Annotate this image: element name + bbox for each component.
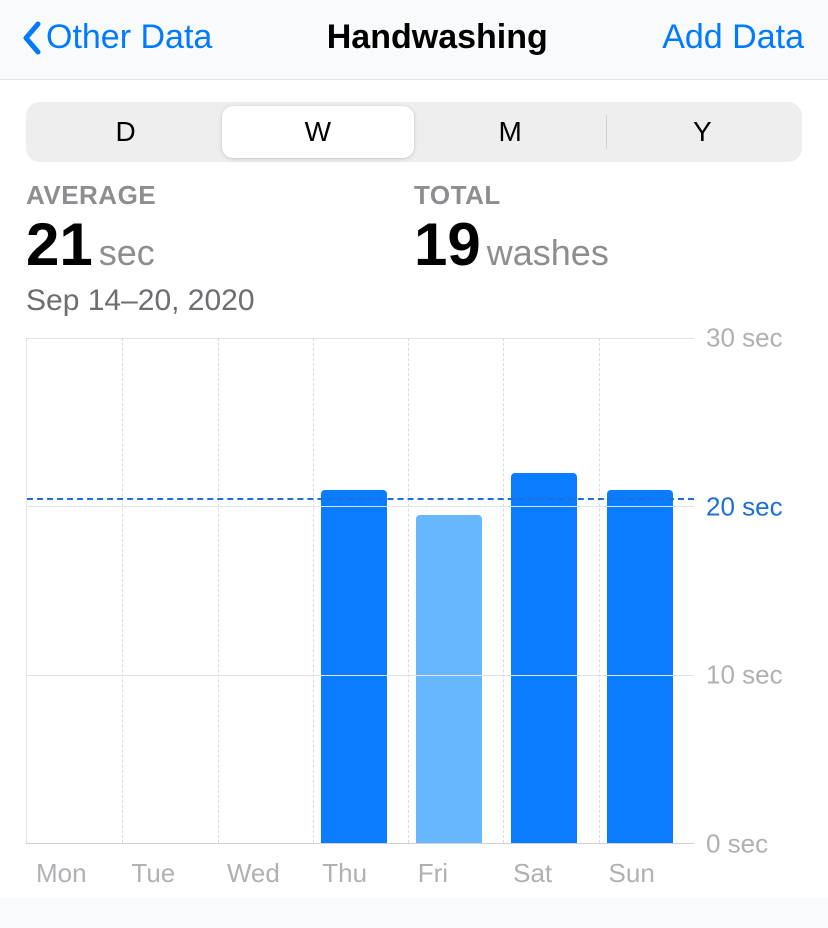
y-tick-label: 30 sec <box>706 323 783 354</box>
x-tick-label: Mon <box>26 852 121 898</box>
chart-bar[interactable] <box>607 490 673 844</box>
chart-vgrid <box>503 338 504 843</box>
chart-bar[interactable] <box>321 490 387 844</box>
bar-slot <box>408 338 503 843</box>
chart-vgrid <box>218 338 219 843</box>
segment-y[interactable]: Y <box>607 106 798 158</box>
bar-slot <box>218 338 313 843</box>
y-tick-label: 20 sec <box>706 491 783 522</box>
segment-w[interactable]: W <box>222 106 413 158</box>
chart-gridline <box>27 338 694 339</box>
chart-gridline <box>27 675 694 676</box>
chart-y-axis: 0 sec10 sec20 sec30 sec <box>698 338 802 844</box>
chart-plot-area <box>26 338 694 844</box>
chart-x-axis: MonTueWedThuFriSatSun <box>26 852 694 898</box>
page-title: Handwashing <box>327 18 548 57</box>
bar-slot <box>599 338 694 843</box>
x-tick-label: Fri <box>408 852 503 898</box>
x-tick-label: Tue <box>121 852 216 898</box>
x-tick-label: Sun <box>599 852 694 898</box>
stat-average-unit: sec <box>99 232 155 274</box>
bar-slot <box>122 338 217 843</box>
bar-slot <box>27 338 122 843</box>
bar-chart: 0 sec10 sec20 sec30 sec MonTueWedThuFriS… <box>26 338 802 898</box>
bar-slot <box>503 338 598 843</box>
stat-total-value: 19 <box>414 213 481 276</box>
x-tick-label: Sat <box>503 852 598 898</box>
chart-vgrid <box>599 338 600 843</box>
segment-d[interactable]: D <box>30 106 221 158</box>
y-tick-label: 10 sec <box>706 660 783 691</box>
chart-vgrid <box>408 338 409 843</box>
stat-average-value: 21 <box>26 213 93 276</box>
chart-vgrid <box>313 338 314 843</box>
back-button[interactable]: Other Data <box>20 18 212 57</box>
nav-bar: Other Data Handwashing Add Data <box>0 0 828 80</box>
stat-total-label: TOTAL <box>414 180 802 211</box>
y-tick-label: 0 sec <box>706 829 768 860</box>
date-range: Sep 14–20, 2020 <box>26 284 414 318</box>
content-area: DWMY AVERAGE 21 sec Sep 14–20, 2020 TOTA… <box>0 80 828 898</box>
back-label: Other Data <box>46 18 212 57</box>
stat-total: TOTAL 19 washes <box>414 180 802 318</box>
x-tick-label: Wed <box>217 852 312 898</box>
chart-bars <box>27 338 694 843</box>
stat-total-unit: washes <box>487 232 609 274</box>
chevron-left-icon <box>20 20 42 56</box>
chart-average-line <box>27 498 694 500</box>
stat-average-label: AVERAGE <box>26 180 414 211</box>
chart-bar[interactable] <box>416 515 482 843</box>
time-range-segmented-control[interactable]: DWMY <box>26 102 802 162</box>
bar-slot <box>313 338 408 843</box>
stat-average: AVERAGE 21 sec Sep 14–20, 2020 <box>26 180 414 318</box>
summary-stats: AVERAGE 21 sec Sep 14–20, 2020 TOTAL 19 … <box>26 180 802 318</box>
chart-vgrid <box>122 338 123 843</box>
chart-bar[interactable] <box>511 473 577 843</box>
chart-gridline <box>27 506 694 507</box>
x-tick-label: Thu <box>312 852 407 898</box>
segment-m[interactable]: M <box>415 106 606 158</box>
add-data-button[interactable]: Add Data <box>662 18 804 57</box>
